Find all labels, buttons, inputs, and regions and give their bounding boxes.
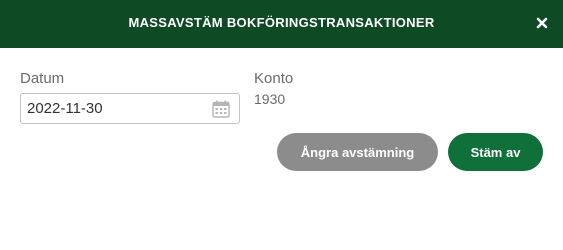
close-icon[interactable]: [535, 16, 549, 30]
dialog-header: MASSAVSTÄM BOKFÖRINGSTRANSAKTIONER: [0, 0, 563, 48]
calendar-icon[interactable]: [211, 99, 231, 119]
reconcile-dialog: MASSAVSTÄM BOKFÖRINGSTRANSAKTIONER Datum: [0, 0, 563, 250]
dialog-title: MASSAVSTÄM BOKFÖRINGSTRANSAKTIONER: [128, 15, 435, 30]
reconcile-button[interactable]: Stäm av: [448, 133, 543, 171]
date-field[interactable]: [20, 93, 240, 124]
account-value: 1930: [254, 91, 286, 107]
account-label: Konto: [254, 70, 294, 87]
date-input[interactable]: [27, 94, 207, 123]
undo-reconcile-button[interactable]: Ångra avstämning: [277, 133, 438, 171]
date-label: Datum: [20, 70, 65, 87]
